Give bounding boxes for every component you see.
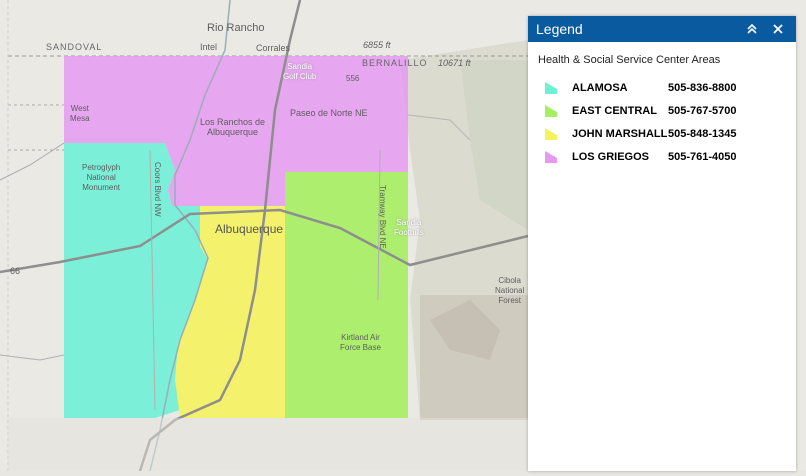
label-elevation: 6855 ft — [363, 40, 391, 50]
legend-item-name: EAST CENTRAL — [572, 104, 657, 117]
legend-layer-title: Health & Social Service Center Areas — [538, 54, 721, 66]
label-sandoval: SANDOVAL — [46, 42, 103, 52]
legend-swatch — [545, 150, 557, 163]
legend-item-phone: 505-761-4050 — [668, 150, 737, 163]
legend-item-name: JOHN MARSHALL — [572, 127, 668, 140]
legend-item: ALAMOSA 505-836-8800 — [538, 76, 786, 99]
label-bernalillo: BERNALILLO — [362, 58, 428, 68]
legend-item: JOHN MARSHALL 505-848-1345 — [538, 122, 786, 145]
label-cibola-forest: Cibola National Forest — [495, 276, 525, 305]
label-route-66: 66 — [10, 266, 21, 276]
area-east-central[interactable] — [285, 172, 408, 418]
label-elevation: 10671 ft — [438, 58, 471, 68]
collapse-glyph — [747, 23, 757, 34]
label-paseo-del-norte: Paseo de Norte NE — [290, 108, 368, 118]
double-chevron-up-icon[interactable] — [742, 19, 762, 39]
label-coors-blvd: Coors Blvd NW — [153, 162, 162, 217]
legend-item-name: ALAMOSA — [572, 81, 628, 94]
label-rio-rancho: Rio Rancho — [207, 22, 265, 34]
label-route: 556 — [346, 74, 360, 83]
label-west-mesa: West Mesa — [70, 104, 90, 123]
label-albuquerque: Albuquerque — [215, 222, 284, 236]
label-sandia-golf-club: Sandia Golf Club — [283, 62, 317, 81]
label-corrales: Corrales — [256, 43, 291, 53]
legend-item-name: LOS GRIEGOS — [572, 150, 650, 163]
label-sandia-foothills: Sandia Foothills — [394, 218, 424, 237]
legend-item-phone: 505-767-5700 — [668, 104, 737, 117]
label-kirtland-afb: Kirtland Air Force Base — [340, 333, 381, 352]
label-intel: Intel — [200, 42, 218, 52]
legend-item: LOS GRIEGOS 505-761-4050 — [538, 145, 786, 168]
legend-title: Legend — [536, 21, 583, 37]
legend-swatch — [545, 104, 557, 117]
close-glyph — [773, 24, 783, 34]
label-tramway-blvd: Tramway Blvd NE — [378, 185, 387, 249]
legend-header: Legend — [528, 16, 796, 42]
legend-item-phone: 505-848-1345 — [668, 127, 737, 140]
legend-swatch — [545, 81, 557, 94]
legend-item-phone: 505-836-8800 — [668, 81, 737, 94]
label-los-ranchos: Los Ranchos de Albuquerque — [200, 117, 266, 137]
close-icon[interactable] — [768, 19, 788, 39]
basemap-south — [8, 418, 528, 471]
legend-body: Health & Social Service Center Areas ALA… — [528, 42, 796, 180]
legend-swatch — [545, 127, 557, 140]
label-petroglyph: Petroglyph National Monument — [82, 163, 121, 192]
legend-item: EAST CENTRAL 505-767-5700 — [538, 99, 786, 122]
legend-panel: Legend Health & Social Service Center Ar… — [528, 16, 796, 471]
